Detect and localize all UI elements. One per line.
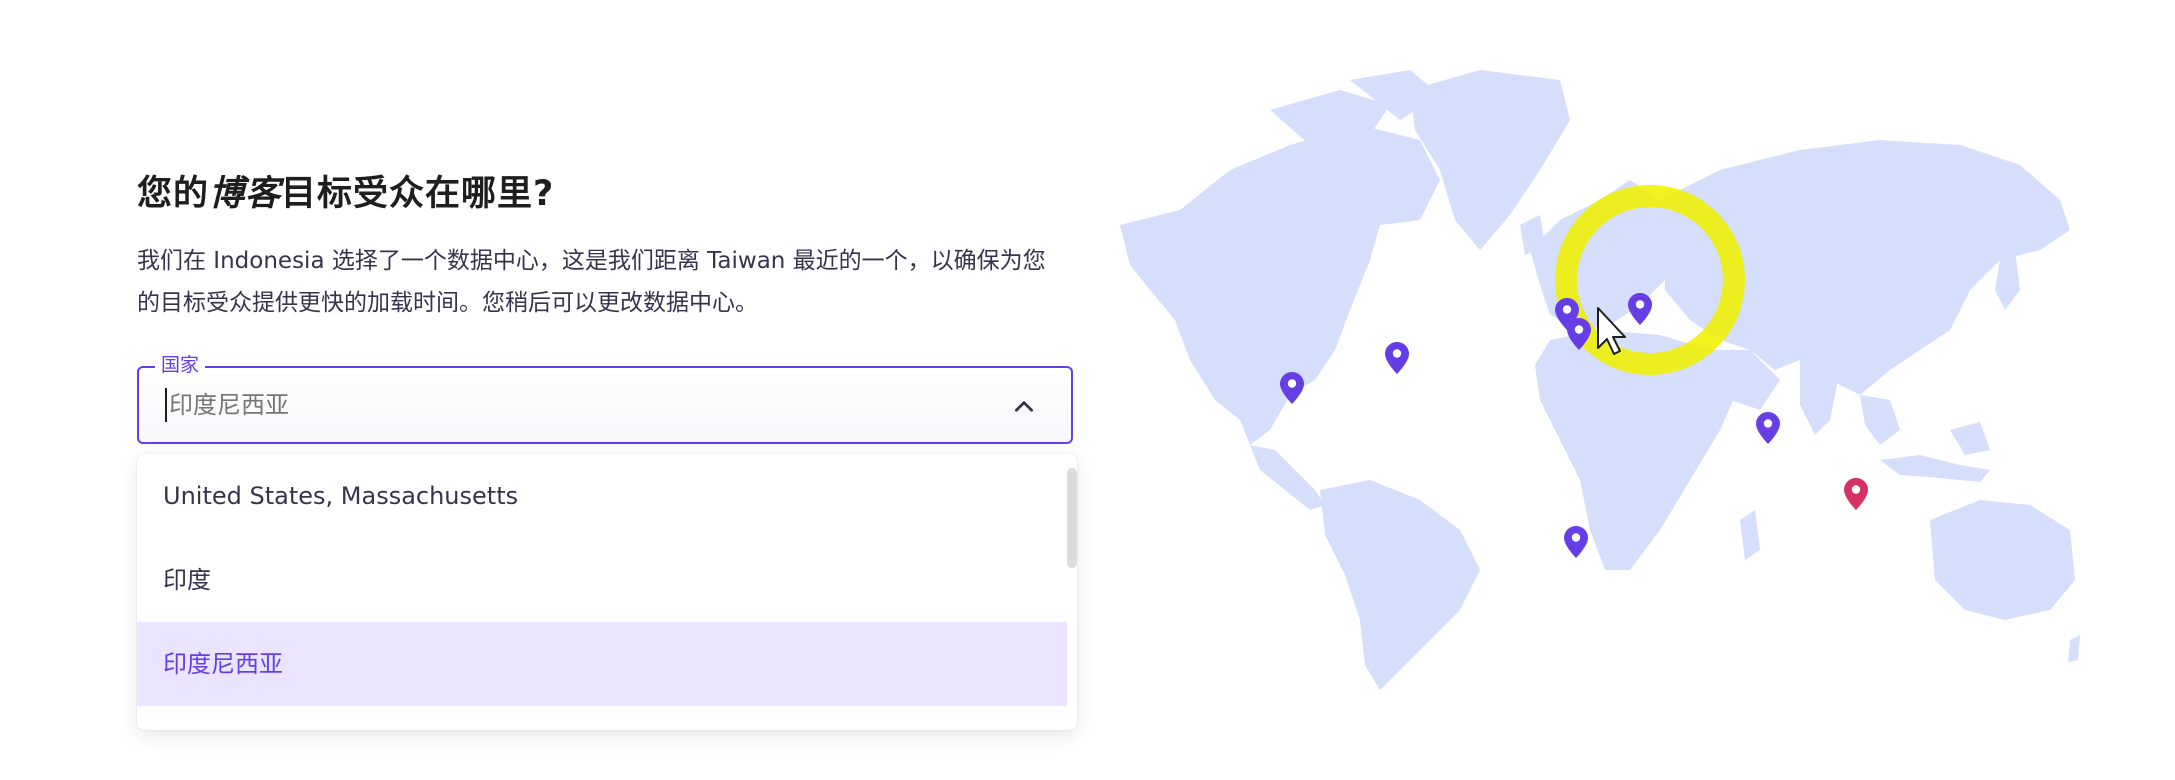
description-text: 我们在 Indonesia 选择了一个数据中心，这是我们距离 Taiwan 最近… — [137, 248, 1046, 316]
page-title: 您的博客目标受众在哪里? — [137, 174, 555, 214]
dropdown-option-india[interactable]: 印度 — [137, 538, 1067, 622]
country-select[interactable]: 国家 — [137, 352, 1073, 444]
dropdown-scrollbar[interactable] — [1067, 468, 1077, 568]
map-landmasses — [1120, 70, 2080, 690]
map-pin-icon[interactable] — [1756, 412, 1780, 444]
world-map — [1120, 70, 2080, 690]
map-pin-icon[interactable] — [1385, 342, 1409, 374]
country-input[interactable] — [165, 388, 929, 422]
map-pin-icon[interactable] — [1564, 526, 1588, 558]
country-field-label: 国家 — [155, 352, 206, 378]
map-pin-icon[interactable] — [1844, 478, 1868, 510]
location-section: 您的博客目标受众在哪里? 我们在 Indonesia 选择了一个数据中心，这是我… — [137, 170, 1077, 730]
dropdown-option-us-massachusetts[interactable]: United States, Massachusetts — [137, 454, 1067, 538]
chevron-up-icon[interactable] — [1011, 394, 1037, 420]
country-dropdown[interactable]: United States, Massachusetts 印度 印度尼西亚 — [137, 454, 1077, 730]
dropdown-option-indonesia[interactable]: 印度尼西亚 — [137, 622, 1067, 706]
map-pin-icon[interactable] — [1628, 293, 1652, 325]
